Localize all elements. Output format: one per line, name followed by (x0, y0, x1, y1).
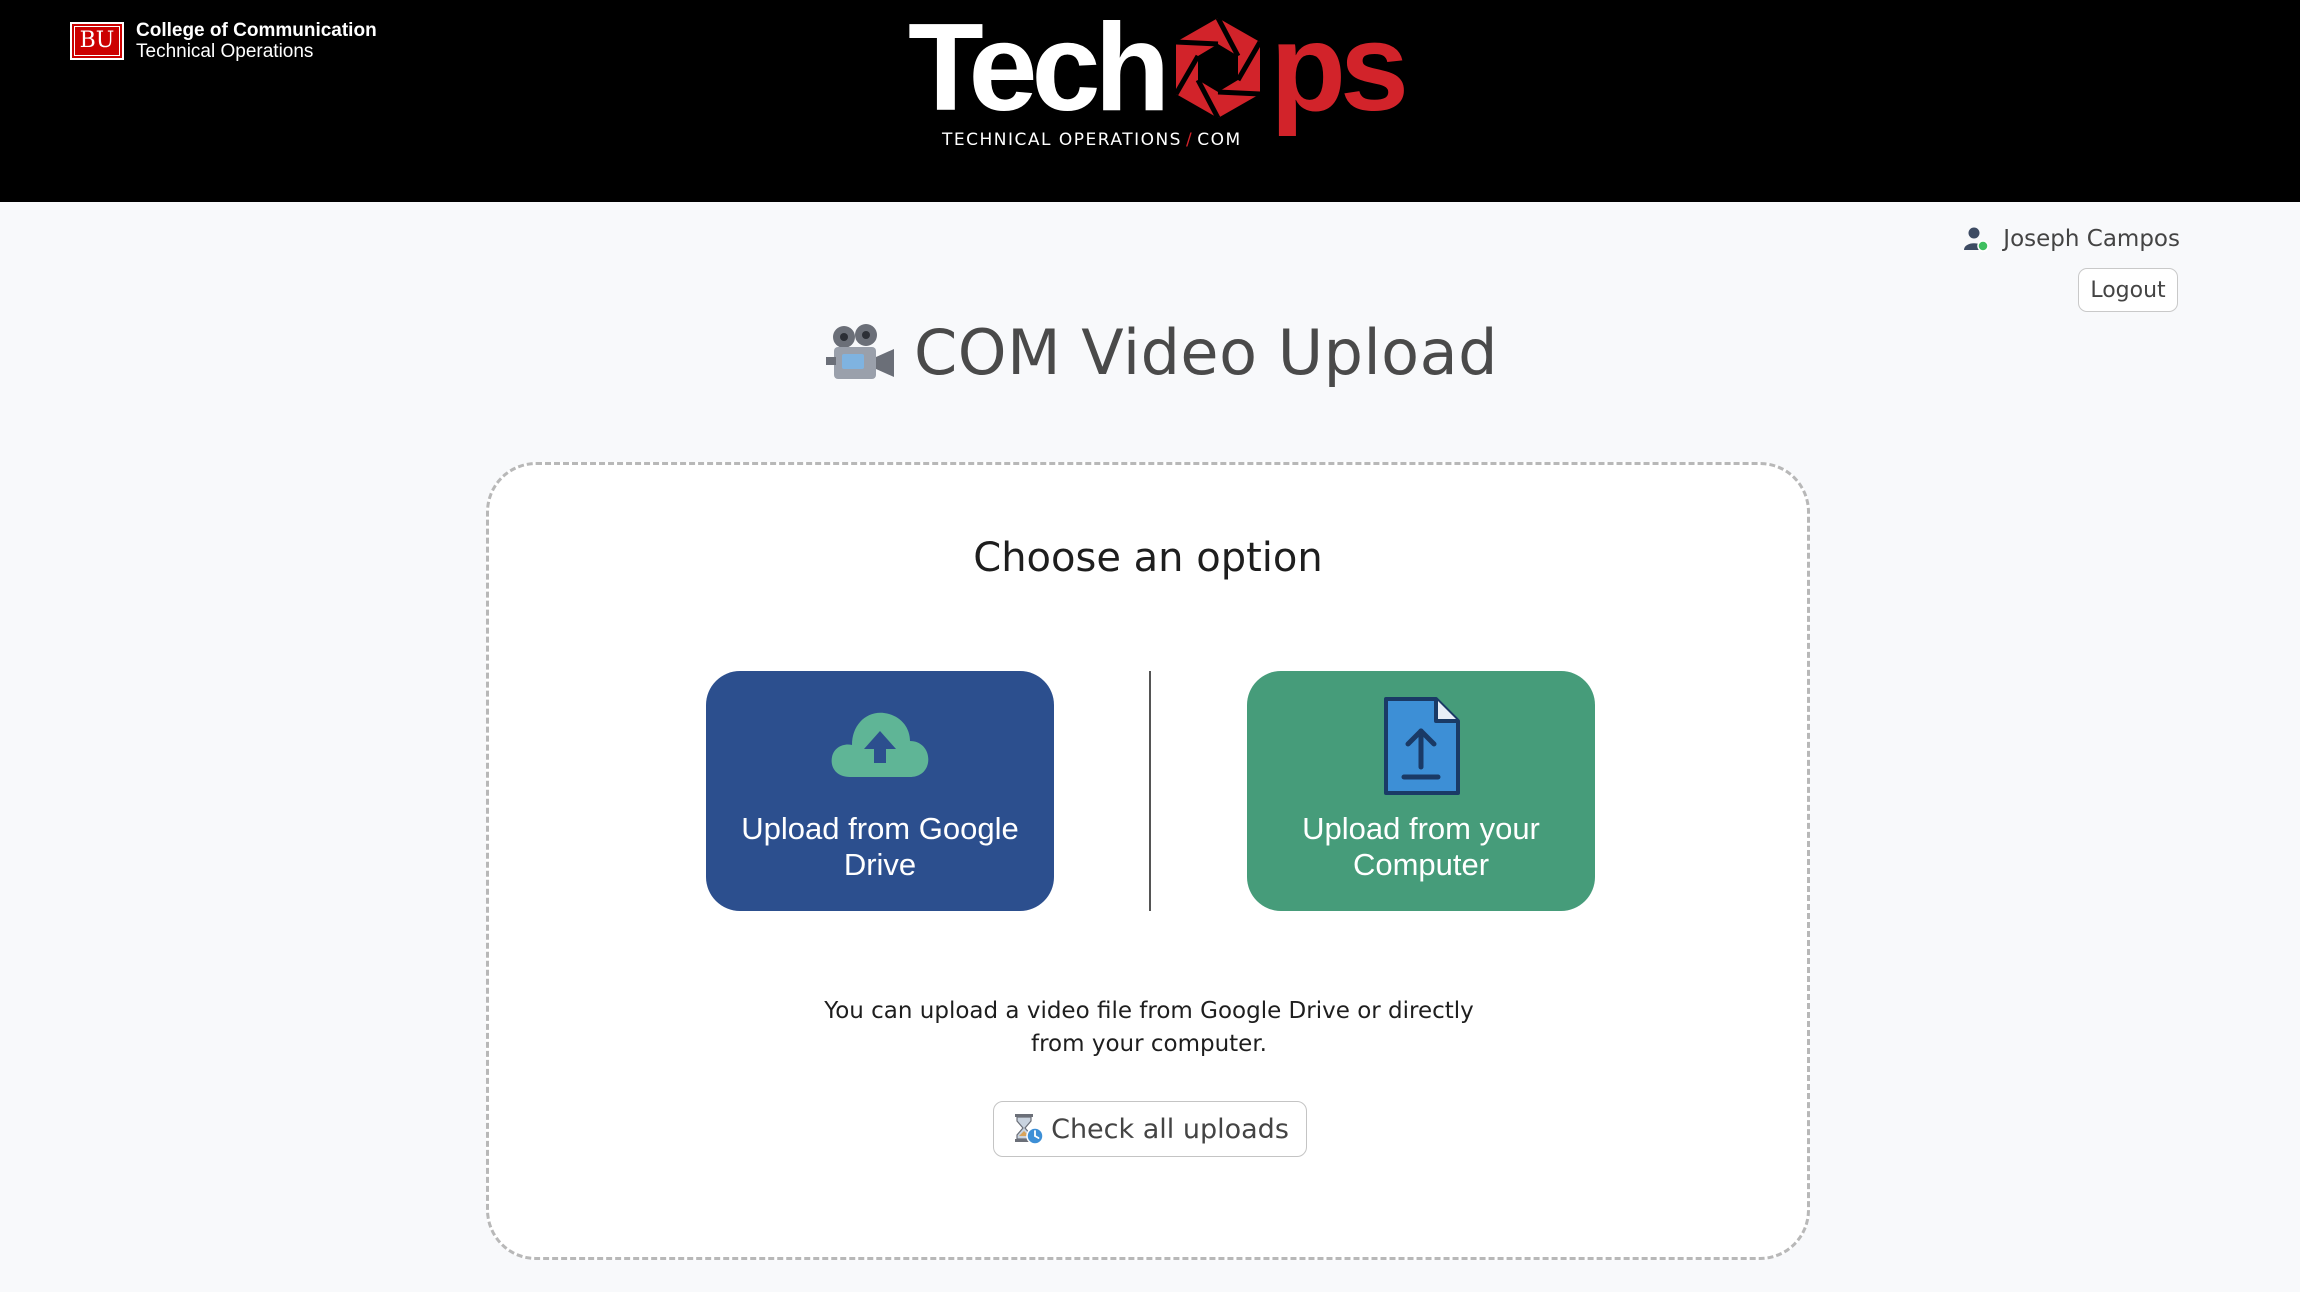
logo-subtitle-slash: / (1185, 130, 1194, 150)
check-all-uploads-label: Check all uploads (1051, 1113, 1289, 1145)
choose-option-heading: Choose an option (973, 535, 1323, 581)
user-name: Joseph Campos (2003, 226, 2180, 252)
logo-subtitle-left: TECHNICAL OPERATIONS (942, 130, 1182, 150)
logo-subtitle-right: COM (1197, 130, 1242, 150)
logo-subtitle: TECHNICAL OPERATIONS / COM (942, 130, 1242, 150)
college-name: College of Communication Technical Opera… (136, 20, 377, 63)
check-all-uploads-button[interactable]: Check all uploads (993, 1101, 1307, 1157)
aperture-icon (1174, 16, 1263, 120)
file-upload-icon (1384, 697, 1460, 795)
cloud-upload-icon (831, 712, 929, 777)
upload-description: You can upload a video file from Google … (824, 998, 1474, 1058)
college-name-line2: Technical Operations (136, 41, 314, 63)
techops-logo[interactable]: Tech ps TECHNICAL OPERATIONS / COM (908, 6, 1409, 156)
upload-google-drive-button[interactable]: Upload from Google Drive (706, 671, 1054, 911)
logo-word-tech: Tech (908, 0, 1170, 137)
user-info: Joseph Campos (1963, 226, 2180, 252)
hourglass-clock-icon (1015, 1114, 1044, 1145)
bu-logo-text: BU (79, 28, 115, 54)
upload-options-card: Choose an option Upload from Google Driv… (486, 462, 1810, 1260)
upload-computer-label: Upload from your Computer (1302, 811, 1540, 882)
upload-google-drive-label: Upload from Google Drive (741, 811, 1019, 882)
bu-brand[interactable]: BU College of Communication Technical Op… (70, 20, 377, 63)
techops-wordmark: Tech ps (908, 6, 1409, 130)
college-name-line1: College of Communication (136, 20, 377, 41)
options-divider (1149, 671, 1151, 911)
user-icon (1964, 227, 1990, 252)
bu-logo: BU (70, 22, 124, 61)
page-title-text: COM Video Upload (914, 316, 1498, 389)
movie-camera-icon (826, 323, 894, 379)
top-header: BU College of Communication Technical Op… (0, 0, 2300, 202)
upload-computer-button[interactable]: Upload from your Computer (1247, 671, 1595, 911)
page-title: COM Video Upload (826, 316, 1498, 389)
logout-button[interactable]: Logout (2078, 268, 2178, 312)
logo-word-ps: ps (1270, 0, 1409, 137)
